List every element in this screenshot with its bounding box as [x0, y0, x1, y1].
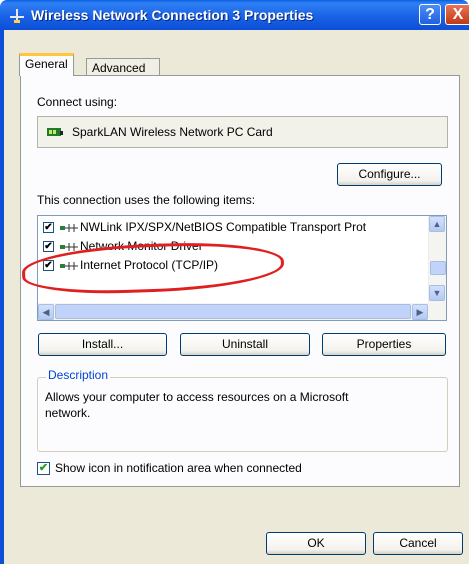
show-icon-checkbox[interactable]: ✔ — [37, 462, 50, 475]
vertical-scrollbar[interactable]: ▲ ▼ — [428, 216, 446, 303]
description-text-line2: network. — [45, 406, 91, 420]
configure-button[interactable]: Configure... — [337, 163, 442, 186]
checkbox-network-monitor[interactable]: ✔ — [43, 241, 54, 252]
tab-general[interactable]: General — [19, 53, 74, 76]
checkbox-nwlink[interactable]: ✔ — [43, 222, 54, 233]
items-label: This connection uses the following items… — [37, 193, 256, 207]
description-legend: Description — [46, 368, 111, 382]
title-bar[interactable]: Wireless Network Connection 3 Properties… — [0, 0, 469, 30]
ok-button[interactable]: OK — [266, 532, 366, 555]
help-button[interactable]: ? — [419, 4, 441, 25]
protocol-icon — [60, 224, 78, 232]
horizontal-scroll-thumb[interactable] — [55, 304, 411, 319]
cancel-button[interactable]: Cancel — [373, 532, 463, 555]
horizontal-scrollbar[interactable]: ◀ ▶ — [38, 303, 446, 320]
close-button[interactable]: X — [445, 4, 469, 25]
adapter-box: SparkLAN Wireless Network PC Card — [37, 116, 448, 148]
description-group — [37, 377, 448, 452]
description-text-line1: Allows your computer to access resources… — [45, 390, 349, 404]
scroll-left-icon[interactable]: ◀ — [38, 304, 54, 320]
install-button[interactable]: Install... — [38, 333, 167, 356]
window-title: Wireless Network Connection 3 Properties — [31, 7, 314, 23]
network-connection-icon — [10, 9, 24, 23]
item-label-nwlink: NWLink IPX/SPX/NetBIOS Compatible Transp… — [80, 220, 367, 234]
adapter-name: SparkLAN Wireless Network PC Card — [72, 125, 273, 139]
vertical-scroll-thumb[interactable] — [430, 261, 446, 275]
properties-button[interactable]: Properties — [322, 333, 446, 356]
list-item-nwlink[interactable]: ✔ NWLink IPX/SPX/NetBIOS Compatible Tran… — [38, 219, 428, 237]
scroll-up-icon[interactable]: ▲ — [429, 216, 445, 232]
connect-using-label: Connect using: — [37, 95, 118, 109]
uninstall-button[interactable]: Uninstall — [180, 333, 310, 356]
scroll-right-icon[interactable]: ▶ — [412, 304, 428, 320]
scroll-down-icon[interactable]: ▼ — [429, 285, 445, 301]
show-icon-label: Show icon in notification area when conn… — [55, 461, 302, 475]
network-card-icon — [47, 128, 63, 136]
